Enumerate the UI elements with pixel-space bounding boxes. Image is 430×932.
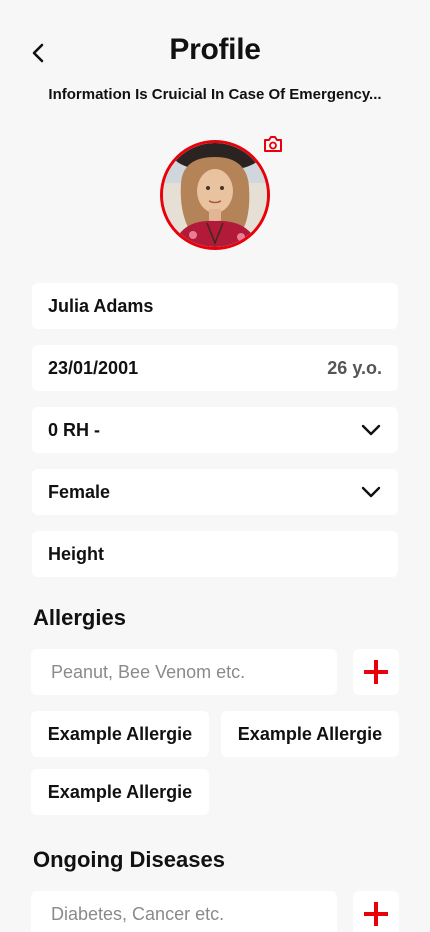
add-disease-button[interactable] xyxy=(353,891,399,932)
birthdate-value: 23/01/2001 xyxy=(48,357,139,378)
avatar[interactable] xyxy=(160,140,270,250)
allergy-input[interactable] xyxy=(31,649,337,695)
name-field[interactable]: Julia Adams xyxy=(32,283,398,329)
change-photo-button[interactable] xyxy=(263,135,283,153)
chevron-down-icon xyxy=(360,423,382,437)
blood-type-select[interactable]: 0 RH - xyxy=(32,407,398,453)
profile-screen: Profile Information Is Cruicial In Case … xyxy=(0,0,430,932)
avatar-photo xyxy=(163,143,267,247)
allergy-chip[interactable]: Example Allergie xyxy=(31,769,209,815)
height-label: Height xyxy=(48,543,104,564)
allergy-chip[interactable]: Example Allergie xyxy=(221,711,399,757)
birthdate-field[interactable]: 23/01/2001 26 y.o. xyxy=(32,345,398,391)
age-value: 26 y.o. xyxy=(327,357,382,378)
add-allergy-button[interactable] xyxy=(353,649,399,695)
allergies-title: Allergies xyxy=(33,605,126,630)
blood-type-value: 0 RH - xyxy=(48,419,101,440)
chevron-down-icon xyxy=(360,485,382,499)
camera-icon xyxy=(264,136,282,152)
plus-icon xyxy=(364,902,388,926)
height-field[interactable]: Height xyxy=(32,531,398,577)
page-title: Profile xyxy=(169,33,261,66)
avatar-container xyxy=(160,140,270,250)
name-value: Julia Adams xyxy=(48,295,154,316)
page-subtitle: Information Is Cruicial In Case Of Emerg… xyxy=(48,86,382,103)
plus-icon xyxy=(364,660,388,684)
disease-input[interactable] xyxy=(31,891,337,932)
gender-value: Female xyxy=(48,481,111,502)
diseases-title: Ongoing Diseases xyxy=(33,847,225,872)
allergy-chip[interactable]: Example Allergie xyxy=(31,711,209,757)
gender-select[interactable]: Female xyxy=(32,469,398,515)
